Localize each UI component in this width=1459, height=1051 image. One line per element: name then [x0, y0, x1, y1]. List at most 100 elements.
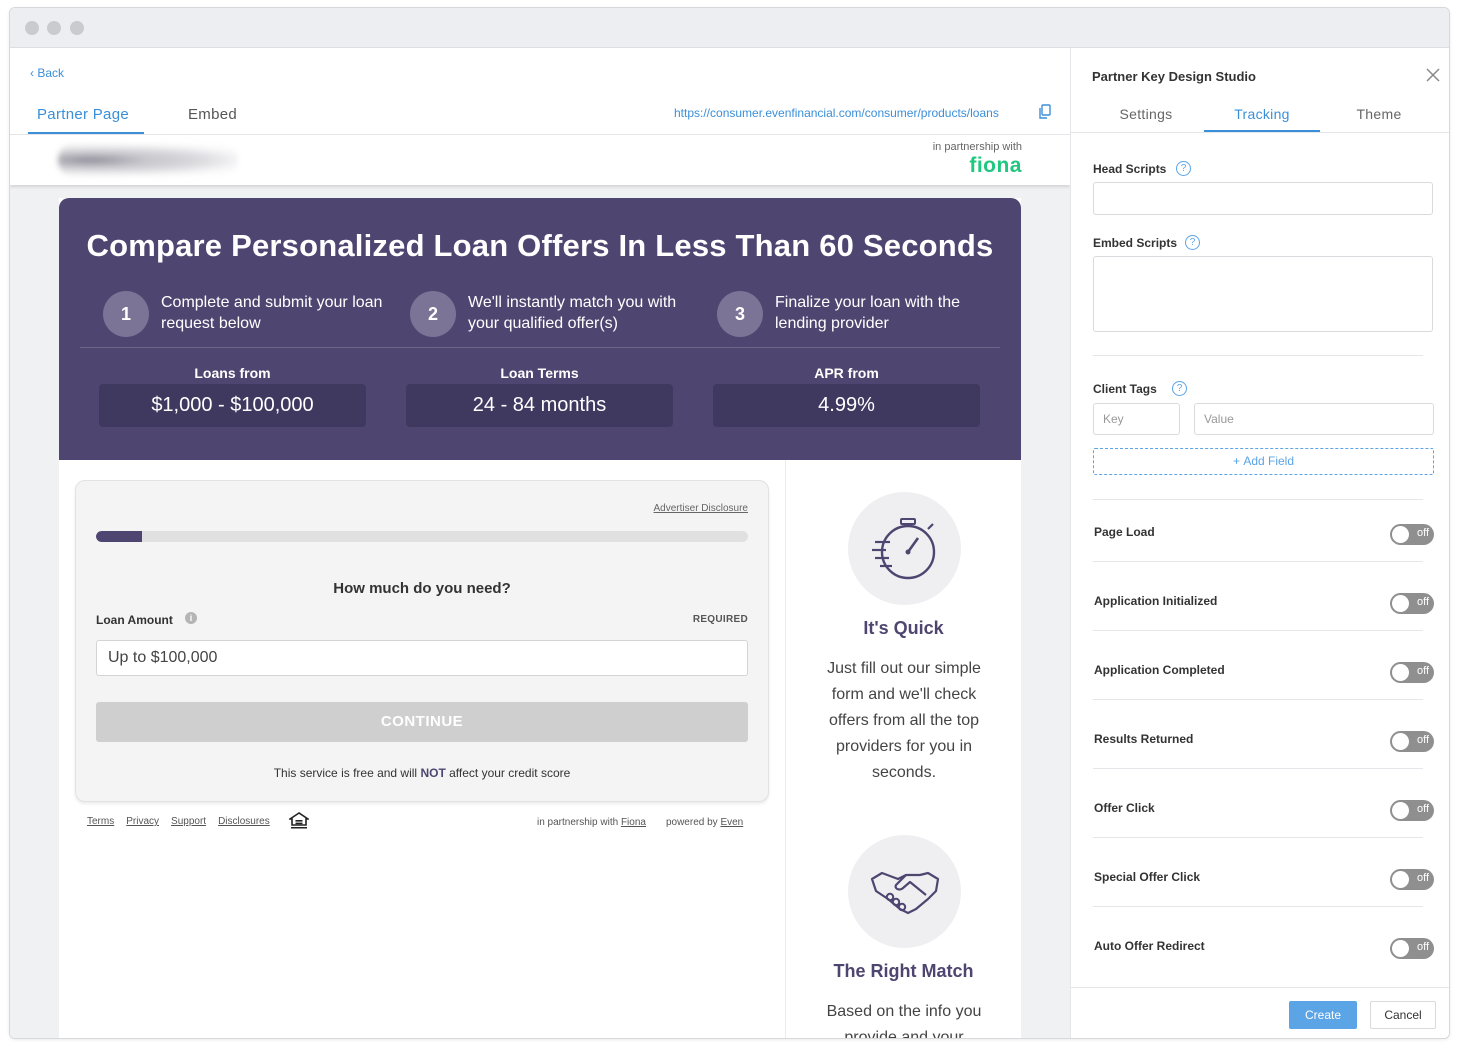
footer-link-terms[interactable]: Terms — [87, 816, 114, 827]
tab-theme[interactable]: Theme — [1321, 106, 1437, 122]
toggle-knob — [1392, 595, 1409, 612]
create-button[interactable]: Create — [1289, 1001, 1357, 1029]
window-close-dot[interactable] — [25, 21, 39, 35]
toggle-label-auto-offer-redirect: Auto Offer Redirect — [1094, 939, 1205, 953]
feature-text-match: Based on the info you provide and your — [826, 1003, 982, 1039]
panel-footer-divider — [1071, 987, 1449, 988]
hero-banner: Compare Personalized Loan Offers In Less… — [59, 198, 1021, 460]
progress-fill — [96, 531, 142, 542]
hero-title: Compare Personalized Loan Offers In Less… — [86, 228, 994, 263]
feature-icon-circle — [848, 492, 961, 605]
loan-amount-label: Loan Amount — [96, 613, 173, 627]
step-number-badge: 1 — [103, 291, 149, 337]
continue-button[interactable]: CONTINUE — [96, 702, 748, 742]
footer-link-disclosures[interactable]: Disclosures — [218, 816, 270, 827]
toggle-application-completed[interactable]: off — [1390, 662, 1434, 683]
blurred-partner-logo — [58, 143, 238, 177]
tab-embed[interactable]: Embed — [188, 106, 237, 123]
stat-label-loan-terms: Loan Terms — [500, 365, 579, 381]
footer-partnership: in partnership with Fiona powered by Even — [537, 817, 743, 828]
toggle-label-offer-click: Offer Click — [1094, 801, 1155, 815]
toggle-label-application-completed: Application Completed — [1094, 663, 1225, 677]
design-studio-panel: Partner Key Design Studio Settings Track… — [1070, 48, 1449, 1038]
row-divider — [1093, 630, 1423, 631]
client-tags-label: Client Tags — [1093, 382, 1157, 396]
browser-window: ‹ Back Partner Page Embed https://consum… — [9, 7, 1450, 1039]
close-icon[interactable] — [1426, 68, 1440, 82]
footer-partnership-text: in partnership with — [537, 817, 621, 828]
stat-value-loan-terms: 24 - 84 months — [406, 384, 673, 427]
help-icon[interactable]: ? — [1176, 161, 1191, 176]
row-divider — [1093, 768, 1423, 769]
footer-fiona-link[interactable]: Fiona — [621, 817, 646, 828]
form-question: How much do you need? — [333, 580, 511, 597]
stopwatch-icon — [872, 518, 936, 580]
footer-powered-text: powered by — [665, 817, 721, 828]
toggle-offer-click[interactable]: off — [1390, 800, 1434, 821]
window-maximize-dot[interactable] — [70, 21, 84, 35]
section-divider — [1093, 355, 1423, 356]
info-icon[interactable]: i — [185, 612, 197, 624]
embed-scripts-textarea[interactable] — [1093, 256, 1433, 332]
step-text: We'll instantly match you with your qual… — [468, 294, 677, 332]
tag-key-input[interactable]: Key — [1093, 403, 1180, 435]
row-divider — [1093, 837, 1423, 838]
toggle-application-initialized[interactable]: off — [1390, 593, 1434, 614]
cancel-button[interactable]: Cancel — [1370, 1001, 1436, 1029]
tab-partner-page[interactable]: Partner Page — [37, 106, 129, 123]
back-link[interactable]: ‹ Back — [30, 66, 64, 80]
toggle-label-application-initialized: Application Initialized — [1094, 594, 1218, 608]
tab-tracking[interactable]: Tracking — [1204, 106, 1320, 122]
handshake-icon — [870, 871, 940, 915]
tag-value-input[interactable]: Value — [1194, 403, 1434, 435]
copy-icon[interactable] — [1038, 104, 1052, 120]
loan-amount-input[interactable]: Up to $100,000 — [96, 640, 748, 676]
advertiser-disclosure-link[interactable]: Advertiser Disclosure — [654, 503, 748, 514]
panel-title: Partner Key Design Studio — [1092, 69, 1256, 84]
footer-even-link[interactable]: Even — [720, 817, 743, 828]
add-field-label: Add Field — [1243, 454, 1295, 468]
head-scripts-input[interactable] — [1093, 182, 1433, 215]
note-text: affect your credit score — [445, 766, 571, 780]
loan-form-card: Advertiser Disclosure How much do you ne… — [75, 480, 769, 802]
sidebar-divider — [785, 460, 786, 1038]
equal-housing-icon — [289, 812, 309, 829]
feature-title-quick: It's Quick — [863, 618, 944, 638]
partnership-text: in partnership with — [932, 141, 1022, 153]
chevron-left-icon: ‹ — [30, 66, 34, 80]
toggle-auto-offer-redirect[interactable]: off — [1390, 938, 1434, 959]
toggle-state: off — [1416, 527, 1429, 539]
toggle-state: off — [1416, 665, 1429, 677]
stat-value-loans-from: $1,000 - $100,000 — [99, 384, 366, 427]
plus-icon: + — [1232, 454, 1240, 468]
partner-url-link[interactable]: https://consumer.evenfinancial.com/consu… — [674, 106, 999, 120]
tab-settings[interactable]: Settings — [1088, 106, 1204, 122]
footer-links: Terms Privacy Support Disclosures — [87, 816, 282, 827]
toggle-state: off — [1416, 596, 1429, 608]
toggle-results-returned[interactable]: off — [1390, 731, 1434, 752]
toggle-knob — [1392, 871, 1409, 888]
head-scripts-label: Head Scripts — [1093, 162, 1167, 176]
partner-page-preview: in partnership with fiona Compare Person… — [10, 135, 1070, 1039]
step-text: Finalize your loan with the lending prov… — [775, 294, 960, 332]
brand-bar: in partnership with fiona — [10, 135, 1070, 185]
toggle-special-offer-click[interactable]: off — [1390, 869, 1434, 890]
embed-scripts-label: Embed Scripts — [1093, 236, 1178, 250]
step-text: Complete and submit your loan request be… — [161, 294, 383, 332]
add-field-button[interactable]: + Add Field — [1093, 448, 1434, 475]
toggle-knob — [1392, 940, 1409, 957]
section-divider — [1093, 499, 1423, 500]
step-number-badge: 3 — [717, 291, 763, 337]
form-progress-bar — [96, 531, 748, 542]
help-icon[interactable]: ? — [1172, 381, 1187, 396]
window-minimize-dot[interactable] — [47, 21, 61, 35]
note-emphasis: NOT — [420, 766, 446, 780]
toggle-page-load[interactable]: off — [1390, 524, 1434, 545]
footer-link-privacy[interactable]: Privacy — [126, 816, 159, 827]
toggle-knob — [1392, 526, 1409, 543]
footer-link-support[interactable]: Support — [171, 816, 206, 827]
help-icon[interactable]: ? — [1185, 235, 1200, 250]
toggle-state: off — [1416, 803, 1429, 815]
required-label: REQUIRED — [692, 614, 748, 625]
feature-icon-circle — [848, 835, 961, 948]
